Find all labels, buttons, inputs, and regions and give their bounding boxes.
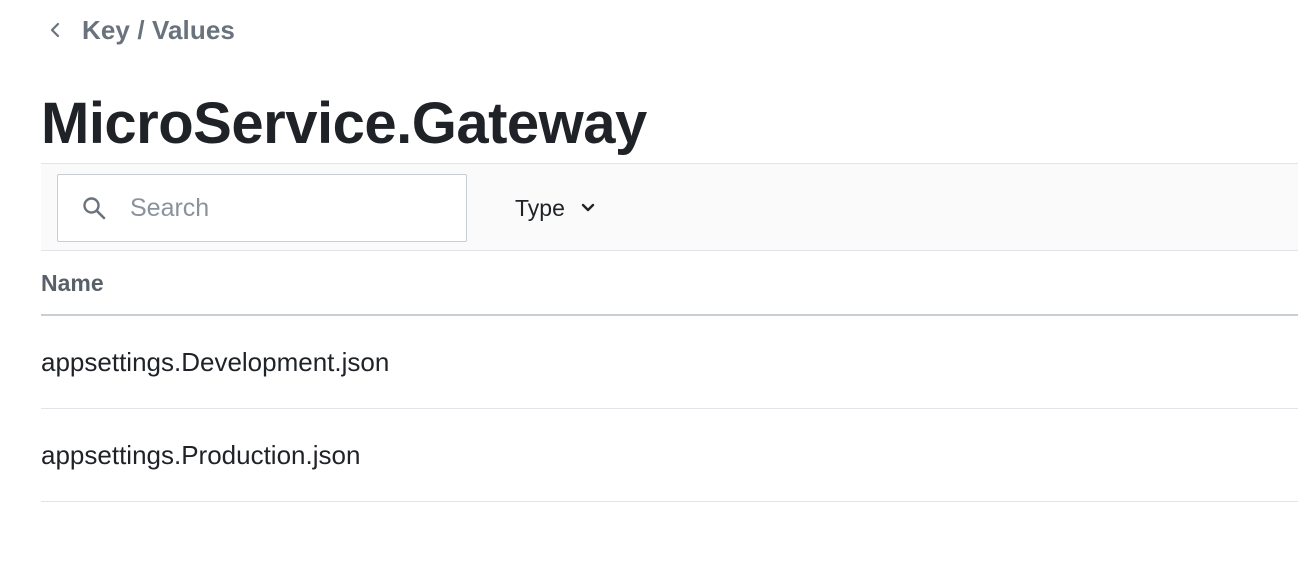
table-header: Name [41,252,1298,316]
row-name[interactable]: appsettings.Development.json [41,347,389,378]
type-filter-label: Type [515,194,565,221]
page: Key / Values MicroService.Gateway Type N… [0,0,1298,562]
key-values-table: Name appsettings.Development.json appset… [41,252,1298,502]
column-header-name[interactable]: Name [41,270,104,297]
chevron-left-icon [48,21,66,39]
table-row[interactable]: appsettings.Development.json [41,316,1298,409]
row-name[interactable]: appsettings.Production.json [41,440,360,471]
search-input[interactable] [130,193,430,223]
chevron-down-icon [579,199,597,217]
breadcrumb-back-link[interactable]: Key / Values [48,12,235,48]
search-icon [80,194,108,222]
type-filter-dropdown[interactable]: Type [515,188,597,228]
toolbar: Type [41,163,1298,251]
table-row[interactable]: appsettings.Production.json [41,409,1298,502]
breadcrumb-label: Key / Values [82,14,235,45]
search-box[interactable] [57,174,467,242]
page-title: MicroService.Gateway [41,91,647,156]
